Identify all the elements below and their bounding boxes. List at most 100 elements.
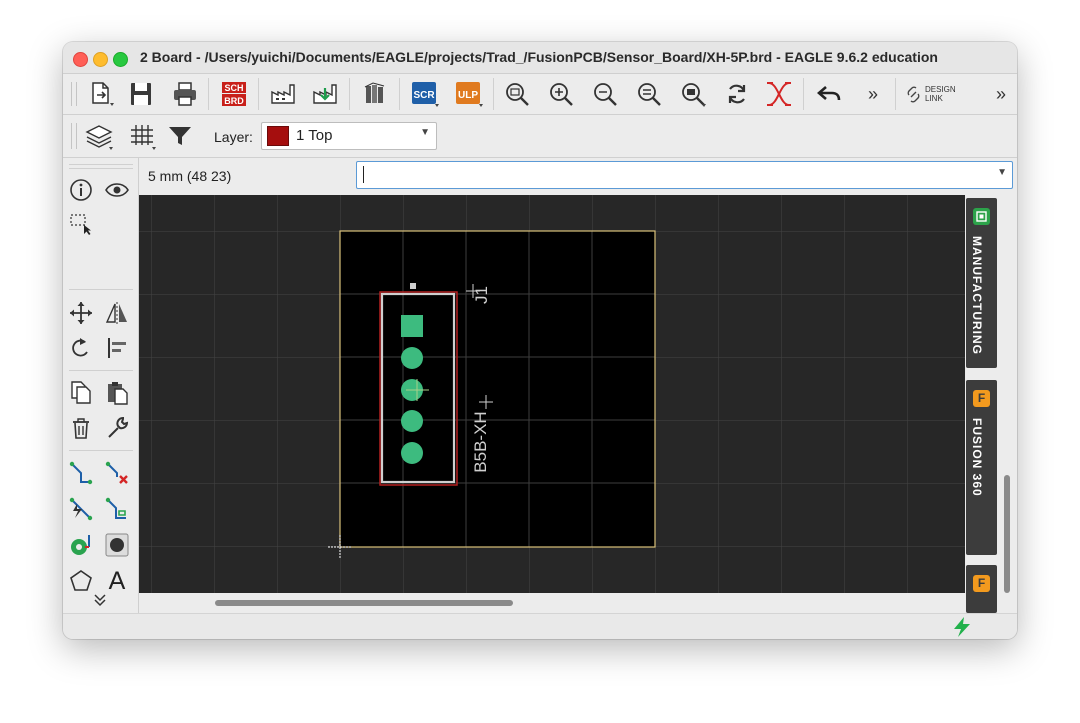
close-window-button[interactable] bbox=[73, 52, 88, 67]
info-icon bbox=[70, 179, 92, 201]
zoom-window-button[interactable] bbox=[113, 52, 128, 67]
zoom-select-button[interactable] bbox=[677, 78, 709, 110]
rotate-icon bbox=[72, 338, 88, 357]
svg-text:BRD: BRD bbox=[224, 96, 244, 106]
autorouter-tool[interactable] bbox=[67, 495, 95, 523]
zoom-previous-button[interactable] bbox=[633, 78, 665, 110]
coordinate-display: 5 mm (48 23) bbox=[148, 168, 232, 184]
copy-tool[interactable] bbox=[67, 378, 95, 406]
undo-icon bbox=[817, 86, 841, 101]
refresh-icon bbox=[728, 84, 746, 104]
rotate-tool[interactable] bbox=[67, 334, 95, 362]
group-select-tool[interactable] bbox=[67, 210, 95, 238]
cam-processor-button[interactable] bbox=[267, 78, 299, 110]
fusion-logo-icon: F bbox=[973, 575, 990, 592]
vertical-scrollbar[interactable] bbox=[998, 195, 1017, 613]
command-line-input[interactable]: ▼ bbox=[356, 161, 1013, 189]
filter-button[interactable] bbox=[164, 120, 196, 152]
run-ulp-button[interactable]: ULP bbox=[453, 78, 485, 110]
meander-tool[interactable] bbox=[103, 495, 131, 523]
sch-brd-switch-button[interactable]: SCH BRD bbox=[218, 78, 250, 110]
save-button[interactable] bbox=[125, 78, 157, 110]
horizontal-scroll-thumb[interactable] bbox=[215, 600, 513, 606]
board-area bbox=[340, 231, 655, 547]
route-icon bbox=[69, 461, 93, 485]
svg-text:LINK: LINK bbox=[925, 94, 943, 103]
undo-button[interactable] bbox=[813, 78, 845, 110]
move-icon bbox=[70, 302, 92, 324]
more-tools-button[interactable] bbox=[86, 586, 114, 614]
open-file-button[interactable] bbox=[85, 78, 117, 110]
factory-export-icon bbox=[313, 84, 337, 104]
dropdown-arrow-icon[interactable]: ▼ bbox=[997, 167, 1007, 178]
hole-tool[interactable] bbox=[103, 531, 131, 559]
delete-tool[interactable] bbox=[67, 414, 95, 442]
grid-icon bbox=[131, 125, 156, 150]
toolbar-grip[interactable] bbox=[71, 123, 77, 149]
books-icon bbox=[364, 82, 385, 103]
layer-selected-value: 1 Top bbox=[296, 127, 333, 144]
pad-1 bbox=[401, 315, 423, 337]
run-script-button[interactable]: SCR bbox=[409, 78, 441, 110]
manufacturing-export-button[interactable] bbox=[309, 78, 341, 110]
main-toolbar: SCH BRD SCR ULP » DESIGN LINK » bbox=[63, 74, 1017, 115]
vertical-scroll-thumb[interactable] bbox=[1004, 475, 1010, 593]
ripup-tool[interactable] bbox=[103, 459, 131, 487]
svg-text:DESIGN: DESIGN bbox=[925, 85, 956, 94]
layer-color-swatch bbox=[267, 126, 289, 146]
move-tool[interactable] bbox=[67, 299, 95, 327]
minimize-window-button[interactable] bbox=[93, 52, 108, 67]
board-canvas[interactable]: J1 B5B-XH bbox=[139, 195, 965, 593]
coordinate-bar: 5 mm (48 23) ▼ bbox=[139, 158, 1017, 194]
align-tool[interactable] bbox=[103, 334, 131, 362]
sch-brd-icon: SCH BRD bbox=[222, 82, 246, 106]
layer-select[interactable]: 1 Top ▼ bbox=[261, 122, 437, 150]
design-link-icon: DESIGN LINK bbox=[907, 85, 956, 103]
toolbar-overflow-button[interactable]: » bbox=[861, 78, 885, 110]
zoom-out-button[interactable] bbox=[589, 78, 621, 110]
redraw-button[interactable] bbox=[721, 78, 753, 110]
zoom-previous-icon bbox=[638, 83, 661, 106]
design-link-button[interactable]: DESIGN LINK bbox=[903, 78, 973, 110]
zoom-fit-icon bbox=[506, 83, 529, 106]
eagle-window: 2 Board - /Users/yuichi/Documents/EAGLE/… bbox=[63, 42, 1017, 639]
via-icon bbox=[71, 535, 90, 555]
ratsnest-button[interactable] bbox=[763, 78, 795, 110]
print-icon bbox=[174, 82, 196, 106]
layers-icon bbox=[85, 125, 113, 150]
ulp-icon: ULP bbox=[456, 82, 483, 107]
paste-tool[interactable] bbox=[103, 378, 131, 406]
info-tool[interactable] bbox=[67, 176, 95, 204]
layer-toolbar: Layer: 1 Top ▼ bbox=[63, 115, 1017, 158]
change-tool[interactable] bbox=[103, 414, 131, 442]
layer-settings-button[interactable] bbox=[83, 120, 115, 152]
copy-icon bbox=[71, 381, 91, 404]
print-button[interactable] bbox=[169, 78, 201, 110]
fusion-panel-tab[interactable]: F bbox=[966, 565, 997, 613]
hole-icon bbox=[105, 533, 129, 557]
zoom-in-icon bbox=[550, 83, 573, 106]
part-value-label: B5B-XH bbox=[471, 411, 490, 472]
library-manager-button[interactable] bbox=[359, 78, 391, 110]
zoom-to-fit-button[interactable] bbox=[501, 78, 533, 110]
toolbar-overflow-2-button[interactable]: » bbox=[989, 78, 1013, 110]
open-file-icon bbox=[92, 82, 114, 106]
pin1-marker bbox=[410, 283, 416, 289]
status-bar bbox=[63, 613, 1017, 639]
fusion-360-tab[interactable]: F FUSION 360 bbox=[966, 380, 997, 555]
meander-icon bbox=[105, 497, 126, 519]
manufacturing-tab[interactable]: MANUFACTURING bbox=[966, 198, 997, 368]
via-tool[interactable] bbox=[67, 531, 95, 559]
show-tool[interactable] bbox=[103, 176, 131, 204]
zoom-in-button[interactable] bbox=[545, 78, 577, 110]
grid-settings-button[interactable] bbox=[126, 120, 158, 152]
horizontal-scrollbar[interactable] bbox=[139, 593, 965, 613]
mirror-tool[interactable] bbox=[103, 299, 131, 327]
stop-command-button[interactable] bbox=[950, 616, 974, 639]
part-name-label: J1 bbox=[472, 286, 491, 304]
ratsnest-icon bbox=[767, 82, 791, 106]
toolbar-grip[interactable] bbox=[71, 82, 77, 106]
board-drawing: J1 B5B-XH bbox=[139, 195, 965, 593]
route-tool[interactable] bbox=[67, 459, 95, 487]
eye-icon bbox=[105, 183, 129, 197]
